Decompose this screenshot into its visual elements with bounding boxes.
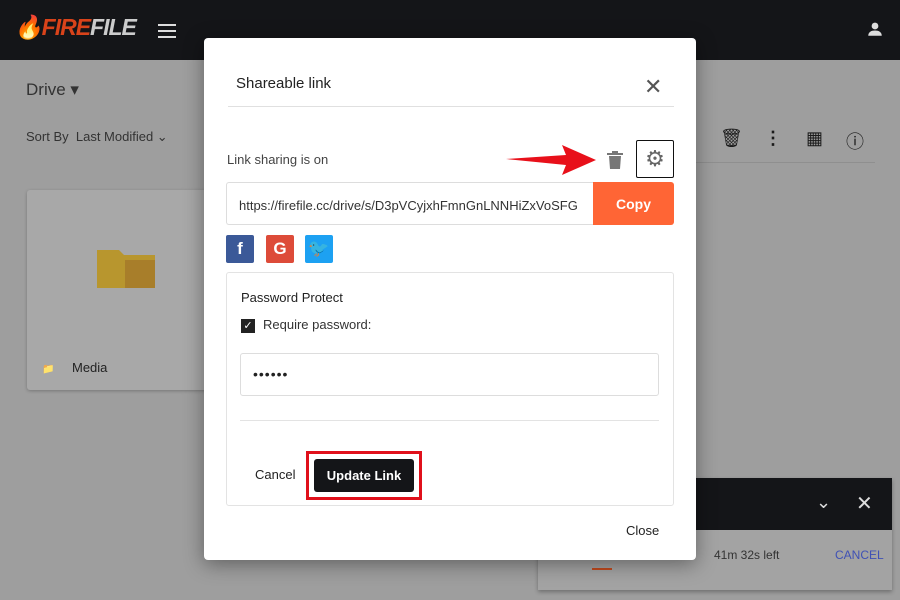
require-password-checkbox[interactable]: ✓ [241, 319, 255, 333]
logo[interactable]: 🔥FIREFILE [14, 14, 137, 41]
upload-time-left: 41m 32s left [714, 548, 780, 562]
password-protect-panel: Password Protect ✓ Require password: •••… [226, 272, 674, 506]
annotation-arrow-icon [506, 145, 596, 175]
drive-title: Drive [26, 80, 66, 99]
cancel-button[interactable]: Cancel [255, 467, 295, 482]
google-share-icon[interactable]: G [266, 235, 294, 263]
sort-label: Sort By [26, 129, 69, 144]
sort-value: Last Modified [75, 129, 154, 144]
folder-name: Media [72, 360, 108, 375]
divider [228, 106, 674, 107]
divider [680, 162, 875, 163]
delete-link-icon[interactable] [607, 151, 623, 169]
divider [240, 420, 659, 421]
grid-view-icon[interactable]: ▦ [806, 128, 823, 149]
close-icon[interactable]: ✕ [644, 74, 662, 100]
gear-icon: ⚙ [645, 146, 665, 171]
twitter-share-icon[interactable]: 🐦 [305, 235, 333, 263]
settings-button[interactable]: ⚙ [636, 140, 674, 178]
require-password-label: Require password: [263, 317, 372, 332]
logo-text-fire: FIRE [41, 14, 91, 40]
link-status: Link sharing is on [227, 152, 329, 167]
hamburger-menu-icon[interactable] [158, 24, 176, 42]
password-input[interactable]: •••••• [240, 353, 659, 396]
folder-card[interactable]: 📁 Media [27, 190, 207, 390]
close-button[interactable]: Close [626, 523, 659, 538]
share-url-input[interactable]: https://firefile.cc/drive/s/D3pVCyjxhFmn… [226, 182, 594, 225]
close-icon[interactable]: ✕ [856, 491, 873, 516]
user-account-icon[interactable] [866, 20, 884, 38]
copy-button[interactable]: Copy [593, 182, 674, 225]
folder-icon [97, 250, 155, 288]
chevron-down-icon[interactable]: ⌄ [816, 492, 831, 513]
drive-dropdown[interactable]: Drive ▾ [26, 80, 79, 100]
password-header: Password Protect [241, 290, 343, 305]
dialog-title: Shareable link [236, 75, 332, 92]
upload-progress-bar [592, 568, 612, 570]
sort-dropdown[interactable]: Sort By Last Modified ⌄ [26, 129, 168, 145]
more-vert-icon[interactable]: ⋮ [764, 128, 782, 149]
delete-icon[interactable]: 🗑 [720, 128, 743, 149]
folder-small-icon: 📁 [42, 364, 55, 375]
facebook-share-icon[interactable]: f [226, 235, 254, 263]
highlight-box: Update Link [306, 451, 422, 500]
logo-text-file: FILE [90, 14, 137, 40]
upload-cancel-button[interactable]: CANCEL [835, 548, 884, 562]
shareable-link-dialog: Shareable link ✕ Link sharing is on ⚙ ht… [204, 38, 696, 560]
info-icon[interactable]: ⓘ [846, 128, 864, 154]
update-link-button[interactable]: Update Link [314, 459, 414, 492]
